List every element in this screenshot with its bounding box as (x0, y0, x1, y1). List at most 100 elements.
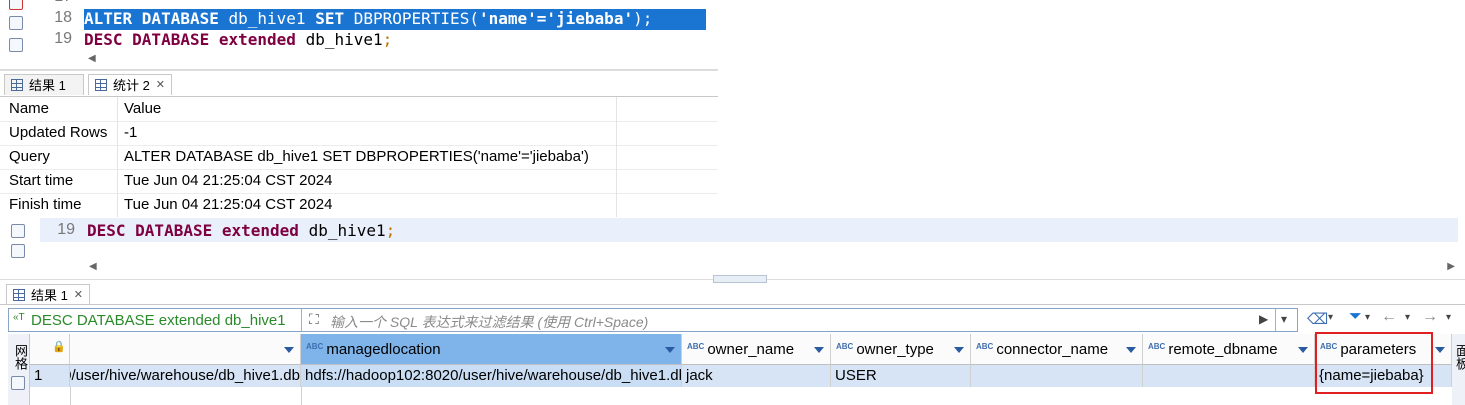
column-header[interactable]: ABC remote_dbname (1143, 334, 1315, 365)
keyword: DESC DATABASE (87, 221, 213, 240)
code-line-19[interactable]: DESC DATABASE extended db_hive1; (84, 30, 392, 49)
expand-icon[interactable]: ⛶ (309, 311, 319, 328)
filter-history-dropdown-icon[interactable]: ▾ (1281, 312, 1287, 326)
column-header[interactable]: ABC owner_type (831, 334, 971, 365)
column-header-label: owner_type (856, 341, 934, 358)
tab-result-1[interactable]: 结果 1 ✕ (6, 284, 90, 304)
table-row[interactable]: Start time Tue Jun 04 21:25:04 CST 2024 (0, 169, 718, 194)
line-number: 17 (44, 0, 72, 6)
table-cell[interactable]: 0/user/hive/warehouse/db_hive1.db (70, 365, 301, 387)
stat-value: Tue Jun 04 21:25:04 CST 2024 (124, 196, 333, 213)
grid-side-toggle[interactable]: 网格 (8, 334, 30, 405)
execute-statement-icon[interactable] (11, 224, 25, 238)
punctuation: ; (385, 221, 396, 240)
editor-horizontal-scrollbar[interactable]: ◀ (84, 52, 714, 66)
chevron-down-icon[interactable]: ▾ (1328, 312, 1333, 323)
identifier: db_hive1 (218, 9, 316, 28)
sql-editor-top[interactable]: 17 18 19 ALTER DATABASE db_hive1 SET DBP… (0, 0, 718, 71)
editor-horizontal-scrollbar[interactable]: ◀ ▶ (87, 260, 1457, 274)
grid-icon (95, 79, 107, 91)
grid-view-icon[interactable] (11, 376, 25, 390)
column-header[interactable]: ABC managedlocation (301, 334, 682, 365)
splitter-handle[interactable] (713, 275, 767, 283)
back-arrow-icon[interactable]: ← (1381, 308, 1397, 326)
stat-name: Updated Rows (9, 124, 108, 141)
close-icon[interactable]: ✕ (74, 285, 83, 306)
table-row[interactable]: Finish time Tue Jun 04 21:25:04 CST 2024 (0, 193, 718, 217)
sort-dropdown-icon[interactable] (814, 347, 824, 353)
explain-plan-icon[interactable] (11, 244, 25, 258)
line-number: 18 (54, 9, 72, 26)
sort-dropdown-icon[interactable] (954, 347, 964, 353)
execute-statement-icon[interactable] (9, 16, 23, 30)
tab-result-1[interactable]: 结果 1 (4, 74, 84, 95)
code-line-19[interactable]: DESC DATABASE extended db_hive1; (87, 221, 395, 240)
column-header-name: Name (9, 100, 50, 117)
column-header[interactable]: ABC connector_name (971, 334, 1143, 365)
chevron-down-icon[interactable]: ▾ (1365, 312, 1370, 323)
row-number[interactable]: 1 (30, 365, 70, 387)
sql-query-icon: «T (13, 312, 25, 323)
keyword: extended (221, 221, 299, 240)
error-marker-icon[interactable] (9, 0, 23, 10)
forward-arrow-icon[interactable]: → (1422, 308, 1438, 326)
tab-label: 结果 1 (29, 78, 66, 93)
stat-name: Query (9, 148, 50, 165)
filter-icon[interactable]: ⏷ (1349, 308, 1362, 326)
eraser-icon[interactable]: ⌫ (1307, 310, 1328, 328)
function-call: DBPROPERTIES( (344, 9, 479, 28)
chevron-down-icon[interactable]: ▾ (1405, 312, 1410, 323)
column-header-label: owner_name (707, 341, 795, 358)
result-grid[interactable]: 🔒 ABC managedlocation ABC owner_name ABC ow… (30, 334, 1452, 405)
divider (1275, 309, 1276, 331)
line-number: 19 (54, 30, 72, 47)
table-row[interactable]: Updated Rows -1 (0, 121, 718, 146)
filter-input[interactable]: 输入一个 SQL 表达式来过滤结果 (使用 Ctrl+Space) (330, 312, 648, 332)
keyword: DESC DATABASE (84, 30, 210, 49)
stats-header-row: Name Value (0, 97, 718, 122)
table-cell[interactable] (971, 365, 1143, 387)
tab-label: 结果 1 (31, 288, 68, 303)
row-number-header: 🔒 (30, 334, 70, 365)
text-type-icon: ABC (976, 342, 994, 351)
sort-dropdown-icon[interactable] (284, 347, 294, 353)
editor-gutter (0, 216, 32, 276)
scroll-left-icon[interactable]: ◀ (89, 261, 97, 272)
text-type-icon: ABC (687, 342, 705, 351)
panel-label: 面板 (1454, 344, 1465, 370)
table-cell[interactable] (1143, 365, 1315, 387)
sort-dropdown-icon[interactable] (665, 347, 675, 353)
result-tabs-top: 结果 1 统计 2 ✕ (0, 74, 718, 97)
table-row[interactable]: Query ALTER DATABASE db_hive1 SET DBPROP… (0, 145, 718, 170)
grid-icon (13, 289, 25, 301)
result-filter-bar[interactable]: «T DESC DATABASE extended db_hive1 ⛶ 输入一… (8, 308, 1298, 332)
column-header[interactable]: ABC owner_name (682, 334, 831, 365)
apply-filter-icon[interactable]: ▶ (1259, 312, 1268, 326)
code-line-18-selected[interactable]: ALTER DATABASE db_hive1 SET DBPROPERTIES… (84, 9, 706, 30)
column-header-label: remote_dbname (1168, 341, 1278, 358)
tab-statistics-2[interactable]: 统计 2 ✕ (88, 74, 172, 95)
identifier: db_hive1 (298, 221, 386, 240)
sort-dropdown-icon[interactable] (1126, 347, 1136, 353)
stat-value: Tue Jun 04 21:25:04 CST 2024 (124, 172, 333, 189)
table-cell[interactable]: USER (831, 365, 971, 387)
highlight-box (1315, 332, 1433, 394)
column-header[interactable] (70, 334, 301, 365)
explain-plan-icon[interactable] (9, 38, 23, 52)
string-literal: 'name'='jiebaba' (478, 9, 634, 28)
column-divider (70, 387, 71, 405)
grid-label: 网格 (13, 344, 28, 370)
splitter[interactable] (0, 69, 718, 71)
panel-side-toggle[interactable]: 面板 (1452, 334, 1465, 405)
sort-dropdown-icon[interactable] (1298, 347, 1308, 353)
chevron-down-icon[interactable]: ▾ (1446, 312, 1451, 323)
identifier: db_hive1 (295, 30, 383, 49)
table-cell[interactable]: jack (682, 365, 831, 387)
scroll-left-icon[interactable]: ◀ (88, 53, 96, 64)
sort-dropdown-icon[interactable] (1435, 347, 1445, 353)
close-icon[interactable]: ✕ (156, 75, 165, 96)
column-divider (117, 97, 118, 217)
scroll-right-icon[interactable]: ▶ (1447, 261, 1455, 272)
table-cell[interactable]: hdfs://hadoop102:8020/user/hive/warehous… (301, 365, 682, 387)
column-header-label: managedlocation (326, 341, 441, 358)
